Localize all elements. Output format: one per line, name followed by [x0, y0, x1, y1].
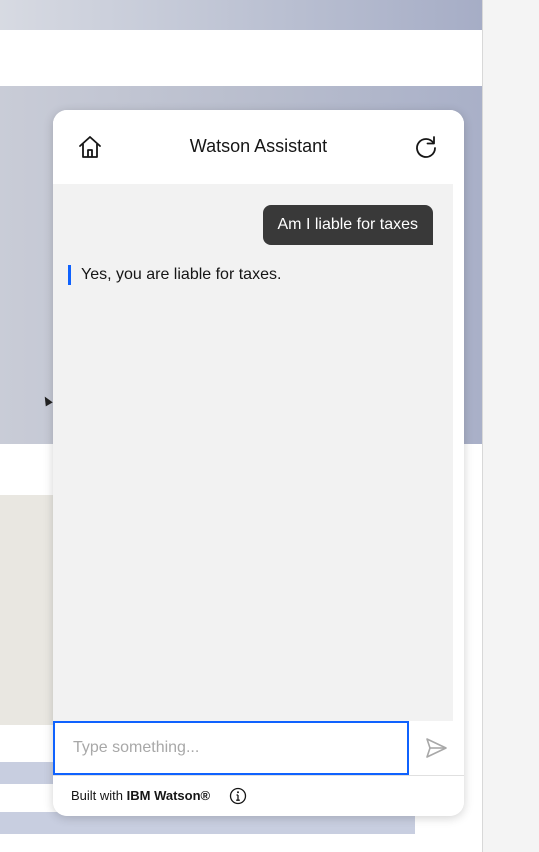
- restart-icon[interactable]: [413, 134, 439, 160]
- user-message: Am I liable for taxes: [262, 205, 433, 245]
- background-band: [0, 762, 60, 784]
- footer-brand: IBM Watson®: [126, 788, 211, 803]
- footer-prefix: Built with: [71, 788, 127, 803]
- background-top-banner: [0, 0, 482, 30]
- footer-text: Built with IBM Watson®: [71, 788, 210, 803]
- chat-footer: Built with IBM Watson®: [53, 775, 464, 816]
- right-scroll-pane: [482, 0, 539, 852]
- chat-message-area: Am I liable for taxes Yes, you are liabl…: [53, 184, 453, 777]
- info-icon[interactable]: [229, 787, 247, 805]
- send-icon[interactable]: [423, 735, 449, 761]
- chat-header: Watson Assistant: [53, 110, 464, 184]
- message-input[interactable]: [53, 721, 409, 775]
- chat-title: Watson Assistant: [189, 136, 328, 156]
- background-nav-strip: [0, 30, 482, 86]
- bot-message: Yes, you are liable for taxes.: [68, 265, 281, 285]
- chat-widget: Watson Assistant Am I liable for taxes Y…: [53, 110, 464, 816]
- background-panel: [0, 495, 60, 725]
- input-row: [53, 721, 464, 775]
